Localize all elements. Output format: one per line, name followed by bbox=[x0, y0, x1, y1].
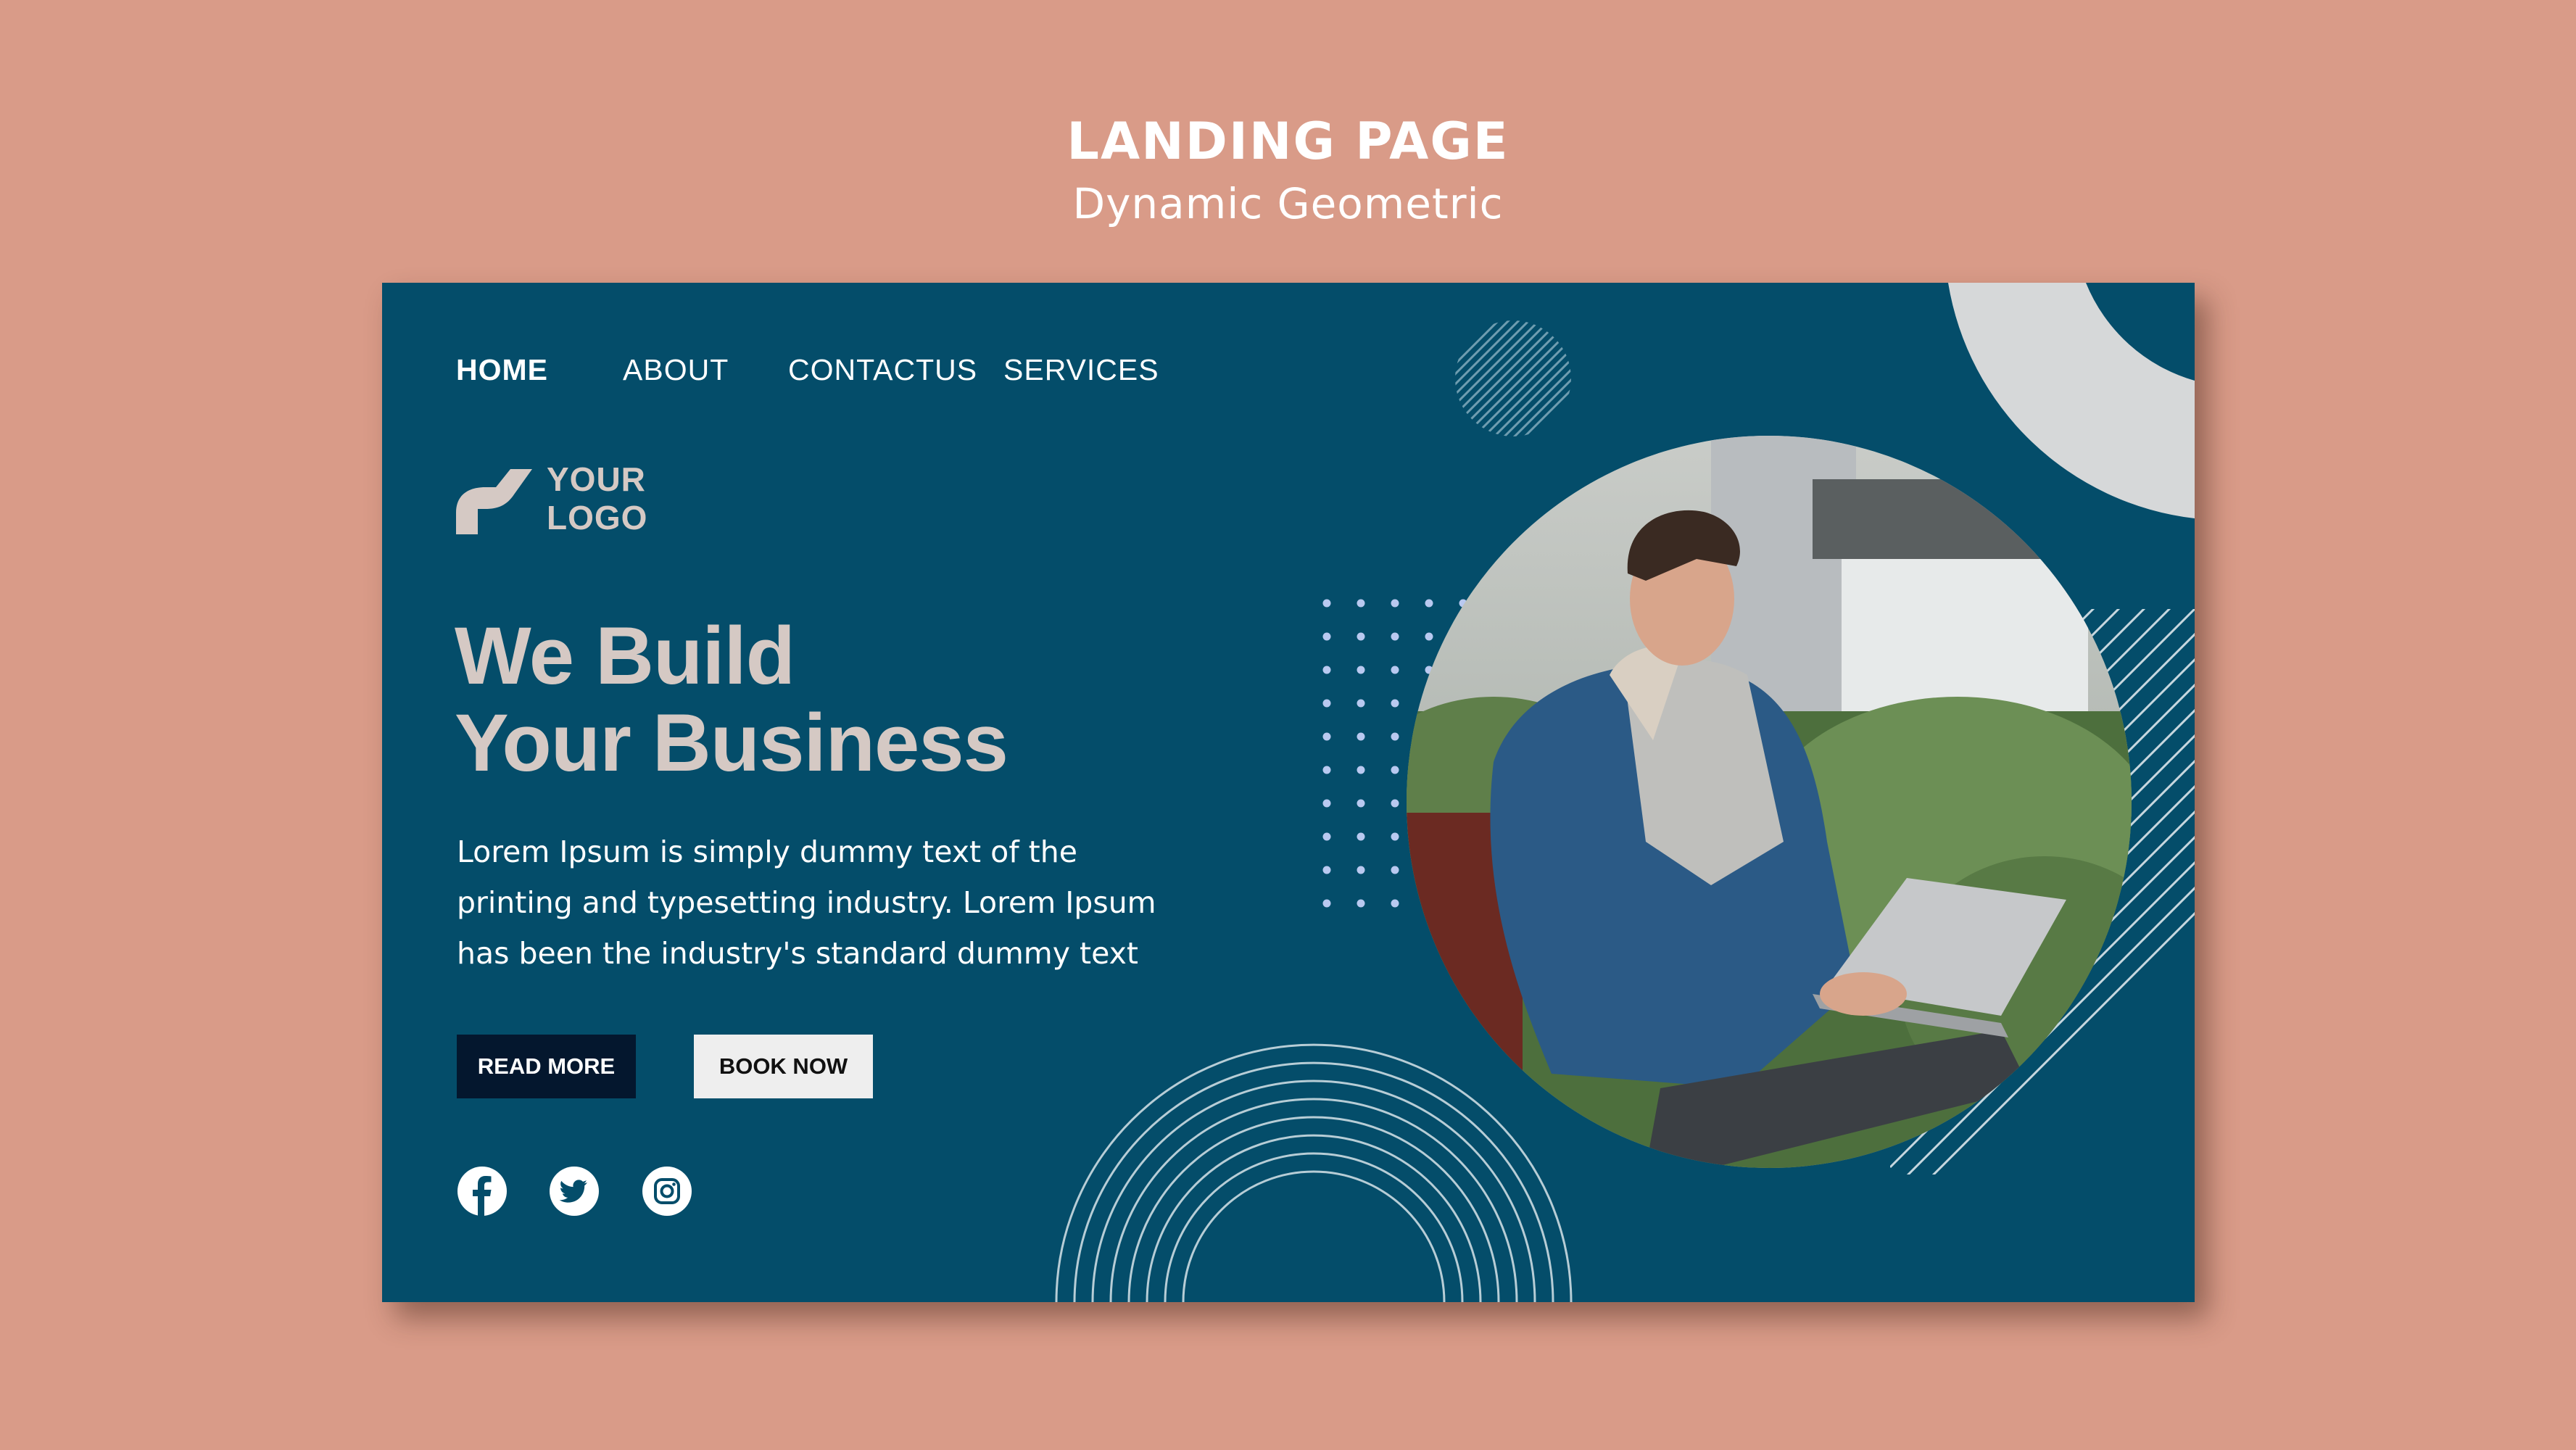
page-subtitle: Dynamic Geometric bbox=[1072, 179, 1504, 228]
book-now-button[interactable]: BOOK NOW bbox=[694, 1035, 873, 1098]
headline-line-2: Your Business bbox=[455, 697, 1009, 788]
logo-line-2: LOGO bbox=[547, 499, 648, 536]
decor-dot bbox=[1357, 899, 1365, 908]
logo-line-1: YOUR bbox=[547, 460, 646, 498]
hero-description: Lorem Ipsum is simply dummy text of the … bbox=[457, 826, 1254, 979]
hero-photo bbox=[1407, 436, 2132, 1168]
decor-dot bbox=[1357, 766, 1365, 774]
headline-line-1: We Build bbox=[455, 610, 795, 701]
nav-home[interactable]: HOME bbox=[456, 344, 548, 395]
logo-mark-icon bbox=[456, 469, 532, 534]
decor-dot bbox=[1357, 866, 1365, 874]
nav-services[interactable]: SERVICES bbox=[1003, 344, 1159, 395]
decor-dot bbox=[1391, 799, 1399, 808]
decor-dot bbox=[1357, 599, 1365, 608]
decor-dot bbox=[1391, 866, 1399, 874]
facebook-icon[interactable] bbox=[457, 1166, 508, 1217]
nav-about[interactable]: ABOUT bbox=[623, 344, 729, 395]
hero-headline: We Build Your Business bbox=[455, 610, 1009, 788]
decor-dot bbox=[1391, 899, 1399, 908]
description-line-2: printing and typesetting industry. Lorem… bbox=[457, 885, 1156, 920]
decor-dot bbox=[1391, 699, 1399, 708]
instagram-icon[interactable] bbox=[642, 1166, 692, 1217]
brand-logo[interactable]: YOUR LOGO bbox=[456, 460, 674, 540]
decor-dot bbox=[1322, 832, 1331, 841]
decor-dot bbox=[1322, 732, 1331, 741]
description-line-1: Lorem Ipsum is simply dummy text of the bbox=[457, 834, 1077, 869]
decor-dot bbox=[1322, 699, 1331, 708]
decor-dot bbox=[1322, 666, 1331, 674]
decor-dot bbox=[1357, 732, 1365, 741]
landing-page-mockup: HOME ABOUT CONTACTUS SERVICES YOUR LOGO … bbox=[382, 283, 2195, 1302]
description-line-3: has been the industry's standard dummy t… bbox=[457, 936, 1138, 971]
nav-contactus[interactable]: CONTACTUS bbox=[788, 344, 977, 395]
decor-dot bbox=[1391, 832, 1399, 841]
twitter-icon[interactable] bbox=[549, 1166, 600, 1217]
decor-dot bbox=[1357, 832, 1365, 841]
decor-dot bbox=[1357, 799, 1365, 808]
decor-dot bbox=[1357, 666, 1365, 674]
decor-dot bbox=[1322, 599, 1331, 608]
decor-dot bbox=[1357, 632, 1365, 641]
decor-dot bbox=[1322, 866, 1331, 874]
decor-dot bbox=[1322, 899, 1331, 908]
decor-dot bbox=[1322, 799, 1331, 808]
page-title: LANDING PAGE bbox=[1067, 112, 1509, 171]
page-header: LANDING PAGE Dynamic Geometric bbox=[0, 109, 2576, 233]
decor-dot bbox=[1391, 599, 1399, 608]
decor-dot bbox=[1322, 766, 1331, 774]
decor-dot bbox=[1391, 666, 1399, 674]
decor-dot bbox=[1357, 699, 1365, 708]
read-more-button[interactable]: READ MORE bbox=[457, 1035, 636, 1098]
decor-dot bbox=[1391, 632, 1399, 641]
decor-dot bbox=[1391, 732, 1399, 741]
decor-dot bbox=[1322, 632, 1331, 641]
decor-dot bbox=[1391, 766, 1399, 774]
